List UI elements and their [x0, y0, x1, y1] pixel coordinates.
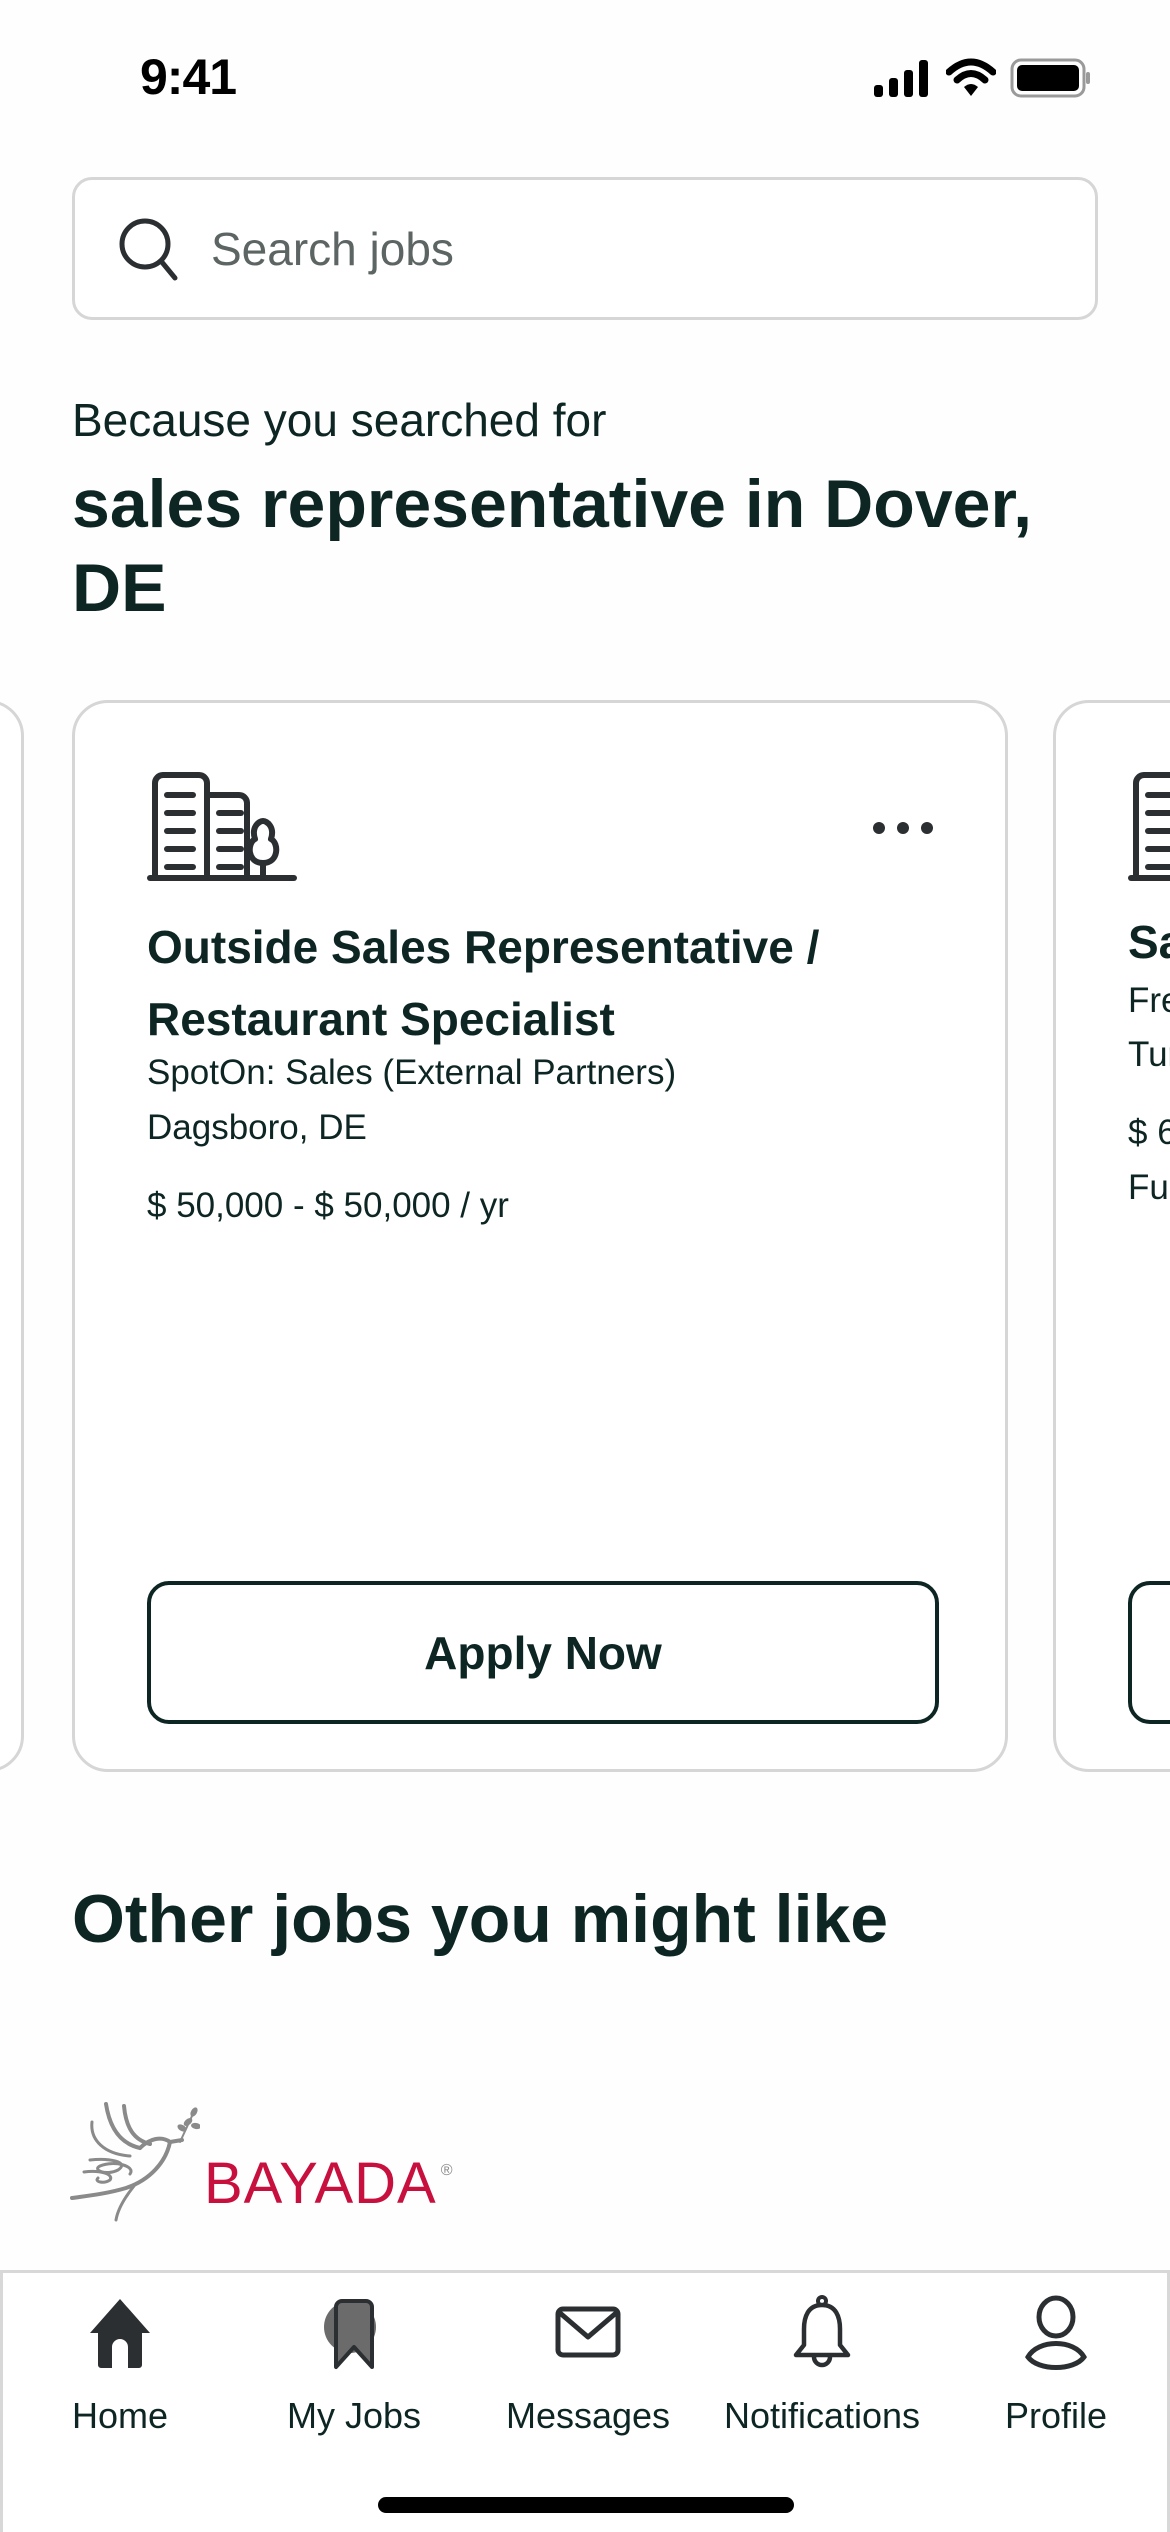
- job-salary: $ 6: [1128, 1113, 1170, 1152]
- registered-mark: ®: [440, 2162, 453, 2179]
- company-building-icon: [147, 772, 297, 881]
- wifi-icon: [946, 58, 996, 96]
- job-company: Fre: [1128, 981, 1170, 1020]
- job-card-next[interactable]: Sa Fre Tur $ 6 Ful: [1053, 700, 1170, 1772]
- tab-label: Messages: [505, 2395, 671, 2436]
- job-salary: $ 50,000 - $ 50,000 / yr: [147, 1186, 509, 1225]
- battery-icon: [1010, 58, 1090, 98]
- tab-label: My Jobs: [286, 2395, 422, 2436]
- section-title-other-jobs: Other jobs you might like: [72, 1881, 889, 1957]
- dot-icon: [921, 822, 933, 834]
- tab-profile[interactable]: Profile: [939, 2293, 1170, 2437]
- tab-notifications[interactable]: Notifications: [705, 2293, 939, 2437]
- dot-icon: [897, 822, 909, 834]
- job-title[interactable]: Outside Sales Representative / Restauran…: [147, 911, 947, 1055]
- search-query-title: sales representative in Dover, DE: [72, 466, 1033, 626]
- job-card-previous[interactable]: [0, 700, 24, 1772]
- cellular-signal-icon: [874, 60, 928, 97]
- tab-my-jobs[interactable]: My Jobs: [237, 2293, 471, 2437]
- status-bar: 9:41: [0, 0, 1170, 150]
- company-building-icon: [1128, 772, 1170, 881]
- more-options-button[interactable]: [873, 813, 933, 843]
- job-title[interactable]: Sa: [1128, 915, 1170, 969]
- job-location: Dagsboro, DE: [147, 1108, 367, 1147]
- tab-label: Profile: [1004, 2395, 1108, 2436]
- status-icons: [872, 58, 1092, 98]
- apply-now-button[interactable]: Apply Now: [147, 1581, 939, 1724]
- bottom-tab-bar: Home My Jobs Messages Notifications Prof…: [0, 2270, 1170, 2532]
- search-icon: [119, 218, 178, 280]
- bell-icon: [793, 2295, 851, 2368]
- job-company: SpotOn: Sales (External Partners): [147, 1053, 677, 1092]
- dove-icon: [70, 2102, 200, 2222]
- brand-name: BAYADA: [204, 2151, 437, 2216]
- tab-home[interactable]: Home: [3, 2293, 237, 2437]
- search-bar[interactable]: [72, 177, 1098, 320]
- dot-icon: [873, 822, 885, 834]
- tab-label: Notifications: [723, 2395, 921, 2436]
- home-icon: [90, 2299, 150, 2368]
- bookmark-icon: [324, 2299, 376, 2369]
- envelope-icon: [555, 2306, 621, 2358]
- apply-now-button[interactable]: [1128, 1581, 1170, 1724]
- because-label: Because you searched for: [72, 394, 607, 446]
- job-card[interactable]: Outside Sales Representative / Restauran…: [72, 700, 1008, 1772]
- tab-label: Home: [71, 2395, 169, 2436]
- bayada-logo[interactable]: BAYADA ®: [70, 2100, 453, 2225]
- home-indicator[interactable]: [378, 2497, 794, 2513]
- search-input[interactable]: [211, 221, 1011, 276]
- tab-messages[interactable]: Messages: [471, 2293, 705, 2437]
- job-type: Ful: [1128, 1168, 1170, 1207]
- status-time: 9:41: [140, 49, 237, 105]
- person-icon: [1025, 2295, 1087, 2370]
- job-location: Tur: [1128, 1035, 1170, 1074]
